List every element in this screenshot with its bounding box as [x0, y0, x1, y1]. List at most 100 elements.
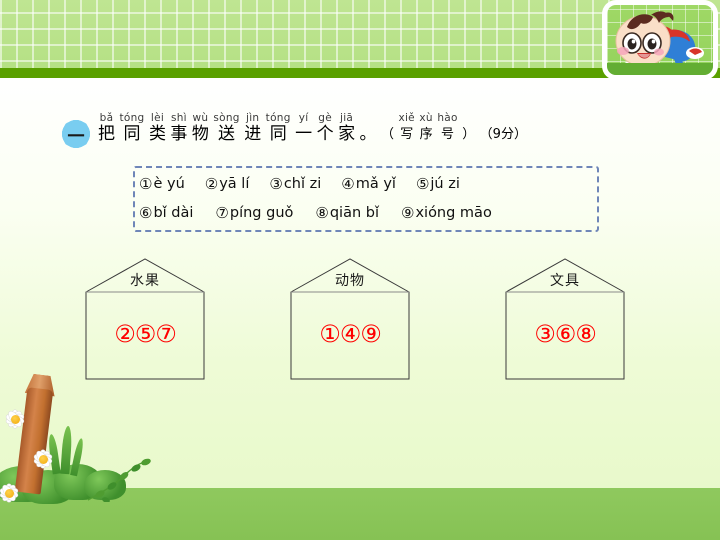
- ruby-group: 。: [360, 112, 377, 145]
- category-house-stationery[interactable]: 文具 ③⑥⑧: [505, 258, 625, 380]
- item-number: ⑥: [139, 203, 153, 222]
- hanzi: 进: [244, 124, 262, 144]
- note-open-paren: （: [380, 127, 394, 142]
- word-item: ① è yú: [139, 175, 185, 193]
- word-item: ④ mǎ yǐ: [341, 175, 396, 193]
- item-word: qiān bǐ: [329, 204, 379, 221]
- pinyin: bǎ: [99, 112, 114, 124]
- word-item: ③ chǐ zi: [269, 175, 321, 193]
- ruby-group: ）: [462, 112, 475, 145]
- vine-icon: [86, 456, 156, 503]
- word-item: ⑨ xióng māo: [401, 204, 492, 222]
- item-number: ⑤: [415, 174, 430, 193]
- ruby-group: jìn 进: [244, 112, 261, 145]
- daisy-icon: [30, 448, 56, 470]
- word-item: ⑤ jú zi: [416, 175, 460, 193]
- item-word: píng guǒ: [229, 204, 294, 221]
- category-house-fruit[interactable]: 水果 ②⑤⑦: [85, 258, 205, 380]
- category-house-animal[interactable]: 动物 ①④⑨: [290, 258, 410, 380]
- house-label: 文具: [550, 273, 580, 289]
- question-number: 一: [67, 126, 85, 147]
- house-answer[interactable]: ②⑤⑦: [85, 320, 205, 348]
- item-number: ⑧: [315, 203, 329, 222]
- item-word: xióng māo: [415, 204, 492, 221]
- ruby-group: xiě 写: [398, 112, 415, 145]
- ruby-group: lèi 类: [149, 112, 166, 145]
- item-number: ⑨: [401, 203, 415, 222]
- score-text: （9分）: [479, 127, 527, 142]
- ruby-group: xù 序: [419, 112, 432, 145]
- hanzi: 物: [191, 124, 209, 144]
- ruby-group: sòng 送: [213, 112, 239, 145]
- hanzi: 同: [123, 124, 141, 144]
- ruby-group: shì 事: [170, 112, 187, 145]
- worksheet-page: 一 bǎ 把 tóng 同 lèi 类 shì 事 wù 物 sòng 送 jì…: [0, 0, 720, 540]
- item-number: ②: [204, 174, 219, 193]
- house-label: 水果: [130, 273, 160, 289]
- question-text: bǎ 把 tóng 同 lèi 类 shì 事 wù 物 sòng 送 jìn …: [98, 112, 527, 145]
- item-word: yā lí: [219, 175, 250, 192]
- daisy-icon: [0, 482, 22, 504]
- hanzi: 家: [338, 124, 356, 144]
- ruby-group: wù 物: [192, 112, 209, 145]
- baby-mascot-icon: [607, 5, 713, 75]
- pinyin: gè: [318, 112, 332, 124]
- question-number-badge: 一: [57, 115, 95, 153]
- item-number: ⑦: [215, 203, 229, 222]
- pinyin: lèi: [150, 112, 165, 124]
- item-word: chǐ zi: [283, 175, 322, 192]
- word-item: ⑧ qiān bǐ: [315, 204, 379, 222]
- word-bank-row: ① è yú ② yā lí ③ chǐ zi ④ mǎ yǐ ⑤ jú zi: [139, 170, 593, 197]
- ruby-group: gè 个: [317, 112, 334, 145]
- ruby-group: bǎ 把: [98, 112, 115, 145]
- hanzi: 写: [400, 127, 414, 142]
- hanzi: 把: [98, 124, 115, 144]
- hanzi: 号: [441, 127, 455, 142]
- note-close-paren: ）: [462, 127, 476, 142]
- pinyin: jiā: [339, 112, 354, 124]
- item-number: ③: [269, 174, 283, 193]
- pinyin: wù: [192, 112, 209, 124]
- hanzi: 个: [316, 124, 334, 144]
- word-bank-row: ⑥ bǐ dài ⑦ píng guǒ ⑧ qiān bǐ ⑨ xióng mā…: [139, 199, 593, 226]
- mascot-ground: [607, 63, 713, 75]
- ruby-group: tóng 同: [266, 112, 291, 145]
- ruby-group: （: [381, 112, 394, 145]
- period: 。: [359, 124, 377, 144]
- hanzi: 一: [295, 124, 313, 144]
- item-word: bǐ dài: [153, 204, 194, 221]
- pinyin: tóng: [119, 112, 145, 124]
- item-word: è yú: [153, 175, 185, 192]
- hanzi: 同: [269, 124, 287, 144]
- item-number: ④: [341, 174, 355, 193]
- word-item: ⑥ bǐ dài: [139, 204, 193, 222]
- ruby-group: tóng 同: [119, 112, 144, 145]
- pinyin: yí: [298, 112, 309, 124]
- question-line: 一 bǎ 把 tóng 同 lèi 类 shì 事 wù 物 sòng 送 jì…: [57, 112, 702, 158]
- item-word: jú zi: [430, 175, 460, 192]
- ruby-group: （9分）: [480, 112, 527, 145]
- pinyin: xù: [419, 112, 433, 124]
- house-answer[interactable]: ③⑥⑧: [505, 320, 625, 348]
- hanzi: 送: [218, 124, 236, 144]
- pinyin: hào: [437, 112, 458, 124]
- ruby-group: jiā 家: [338, 112, 355, 145]
- ruby-group: hào 号: [437, 112, 457, 145]
- house-answer[interactable]: ①④⑨: [290, 320, 410, 348]
- mascot-frame: [604, 2, 716, 78]
- hanzi: 事: [170, 124, 188, 144]
- hanzi: 序: [419, 127, 433, 142]
- word-item: ② yā lí: [205, 175, 250, 193]
- word-bank-box: ① è yú ② yā lí ③ chǐ zi ④ mǎ yǐ ⑤ jú zi: [133, 166, 599, 232]
- pinyin: tóng: [265, 112, 291, 124]
- house-label: 动物: [335, 273, 365, 289]
- word-item: ⑦ píng guǒ: [215, 204, 293, 222]
- ruby-group: yí 一: [295, 112, 312, 145]
- item-word: mǎ yǐ: [355, 175, 396, 192]
- daisy-icon: [2, 408, 28, 430]
- hanzi: 类: [148, 124, 166, 144]
- item-number: ①: [139, 174, 153, 193]
- pinyin: shì: [170, 112, 187, 124]
- pinyin: sòng: [213, 112, 240, 124]
- pinyin: xiě: [398, 112, 415, 124]
